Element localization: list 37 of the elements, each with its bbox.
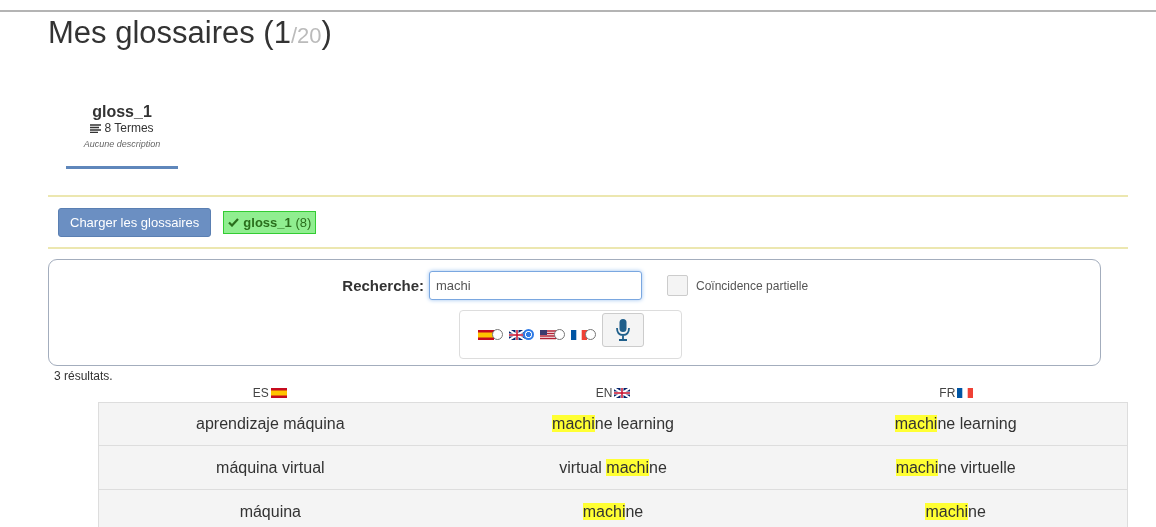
- language-radio[interactable]: [523, 329, 534, 340]
- flag-icon: [957, 388, 974, 398]
- table-cell: machine learning: [894, 415, 1017, 433]
- table-cell: virtual machine: [559, 458, 667, 477]
- microphone-icon: [616, 318, 630, 341]
- check-icon: [228, 217, 240, 227]
- table-cell: máquina virtual: [216, 458, 325, 477]
- term-count: 8 Termes: [104, 121, 154, 135]
- column-header: EN: [595, 386, 613, 400]
- flag-icon: [540, 329, 556, 340]
- language-radio[interactable]: [492, 329, 503, 340]
- glossary-tab[interactable]: gloss_1 8 Termes Aucune description: [66, 103, 178, 169]
- column-header: ES: [252, 386, 269, 400]
- glossary-description: Aucune description: [82, 139, 162, 149]
- table-cell: machine virtuelle: [895, 458, 1016, 477]
- column-header: FR: [939, 386, 956, 400]
- loaded-glossary-badge: gloss_1 (8): [223, 210, 317, 234]
- table-cell: machine: [925, 502, 986, 521]
- table-cell: máquina: [239, 502, 301, 521]
- results-count: 3 résultats.: [54, 369, 113, 383]
- table-cell: machine: [582, 502, 644, 521]
- partial-match-checkbox[interactable]: [667, 275, 688, 296]
- table-cell: machine learning: [552, 415, 674, 433]
- table-cell: aprendizaje máquina: [196, 415, 345, 433]
- microphone-button[interactable]: [602, 312, 644, 347]
- glossary-name: gloss_1: [91, 103, 153, 121]
- language-radio[interactable]: [585, 329, 596, 340]
- page-title: Mes glossaires (1/20): [48, 14, 333, 52]
- list-icon: [90, 123, 102, 133]
- flag-icon: [270, 388, 287, 398]
- flag-icon: [478, 329, 494, 340]
- flag-icon: [571, 329, 587, 340]
- search-field[interactable]: machi: [429, 271, 642, 300]
- partial-match-label: Coïncidence partielle: [696, 278, 809, 293]
- flag-icon: [614, 388, 631, 398]
- language-radio[interactable]: [554, 329, 565, 340]
- search-label: Recherche:: [341, 277, 424, 294]
